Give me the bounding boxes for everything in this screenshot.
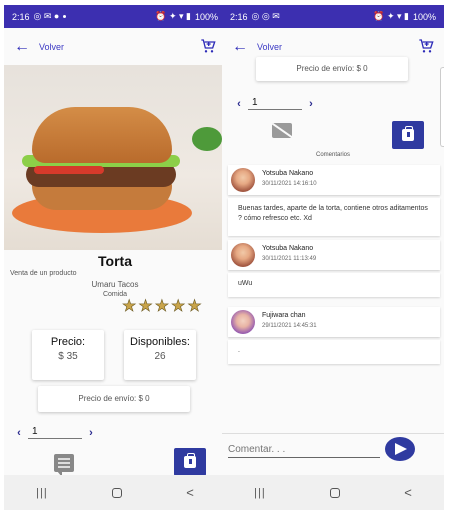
price-value: $ 35 [58, 351, 78, 362]
star-icon: ★ [138, 298, 153, 315]
shipping-price-card: Precio de envío: $ 0 [38, 386, 190, 412]
hide-comments-icon[interactable] [271, 122, 295, 141]
back-arrow-icon[interactable]: ← [14, 38, 30, 55]
notification-icons: ◎ ◎ ✉ [251, 11, 280, 21]
notification-icons: ◎ ✉ ● [33, 11, 60, 21]
star-icon: ★ [154, 298, 170, 315]
herb-shape [192, 127, 222, 151]
dot-icon [63, 15, 67, 18]
comment-date: 30/11/2021 11:13:49 [262, 256, 317, 262]
recents-button[interactable]: ||| [36, 487, 48, 499]
sell-type-label: Venta de un producto [10, 270, 77, 277]
stock-card: Disponibles: 26 [124, 330, 196, 380]
quantity-field[interactable]: 1 [248, 97, 302, 110]
avatar [231, 310, 255, 334]
status-time: 2:16 [12, 11, 30, 22]
comment-line [58, 458, 70, 460]
comment-text: . [228, 340, 440, 364]
comments-screen: 2:16 ◎ ◎ ✉ ⏰ ✦ ▾ ▮ 100% ← Volver Precio … [222, 5, 444, 510]
product-image [4, 65, 226, 250]
decrease-qty-button[interactable]: ‹ [10, 427, 28, 439]
avatar [231, 168, 255, 192]
comment-header: Fujiwara chan 29/11/2021 14:45:31 [228, 307, 440, 337]
product-title: Torta [98, 253, 132, 269]
avatar [231, 243, 255, 267]
comment-header: Yotsuba Nakano 30/11/2021 14:16:10 [228, 165, 440, 195]
comment-icon[interactable] [54, 454, 74, 477]
comment-line [58, 462, 70, 464]
price-label: Precio: [50, 336, 86, 348]
battery-level: 100% [412, 11, 436, 22]
quantity-stepper: ‹ 1 › [230, 97, 320, 110]
signal-icons: ⏰ ✦ ▾ ▮ [373, 11, 409, 21]
buy-button[interactable] [174, 448, 206, 476]
status-bar: 2:16 ◎ ✉ ● ⏰ ✦ ▾ ▮ 100% [4, 5, 226, 28]
decrease-qty-button[interactable]: ‹ [230, 98, 248, 110]
comment-item: Yotsuba Nakano 30/11/2021 11:13:49 uWu [228, 240, 440, 297]
category-label: Comida [102, 291, 128, 298]
increase-qty-button[interactable]: › [82, 427, 100, 439]
comment-author: Yotsuba Nakano [262, 245, 314, 252]
bun-top-shape [32, 107, 172, 163]
comment-date: 30/11/2021 14:16:10 [262, 181, 317, 187]
comment-author: Fujiwara chan [262, 312, 306, 319]
back-button[interactable]: Volver [257, 42, 282, 52]
system-nav-bar: ||| < [4, 475, 226, 510]
comment-date: 29/11/2021 14:45:31 [262, 323, 317, 329]
side-panel-edge [440, 67, 444, 147]
stock-value: 26 [154, 351, 166, 362]
battery-level: 100% [194, 11, 218, 22]
star-icon: ★ [187, 298, 202, 315]
send-icon [395, 443, 407, 455]
home-button[interactable] [111, 487, 122, 498]
shop-name: Umaru Tacos [91, 280, 139, 289]
comment-item: Yotsuba Nakano 30/11/2021 14:16:10 Buena… [228, 165, 440, 236]
comment-composer [222, 433, 444, 471]
rating-stars: ★ ★ ★ ★ ★ [122, 298, 202, 315]
back-button[interactable]: Volver [39, 42, 64, 52]
nav-back-button[interactable]: < [186, 485, 194, 500]
comment-item: Fujiwara chan 29/11/2021 14:45:31 . [228, 307, 440, 364]
buy-button[interactable] [392, 121, 424, 149]
cart-icon[interactable] [200, 38, 216, 54]
quantity-stepper: ‹ 1 › [10, 426, 100, 439]
system-nav-bar: ||| < [222, 475, 444, 510]
tomato-shape [34, 166, 104, 174]
comment-line [58, 466, 70, 468]
home-button[interactable] [329, 487, 340, 498]
cart-icon[interactable] [418, 38, 434, 54]
increase-qty-button[interactable]: › [302, 98, 320, 110]
nav-back-button[interactable]: < [404, 485, 412, 500]
recents-button[interactable]: ||| [254, 487, 266, 499]
back-arrow-icon[interactable]: ← [232, 38, 248, 55]
status-bar: 2:16 ◎ ◎ ✉ ⏰ ✦ ▾ ▮ 100% [222, 5, 444, 28]
comment-author: Yotsuba Nakano [262, 170, 314, 177]
price-card: Precio: $ 35 [32, 330, 104, 380]
signal-icons: ⏰ ✦ ▾ ▮ [155, 11, 191, 21]
stock-label: Disponibles: [130, 336, 190, 348]
send-button[interactable] [385, 437, 415, 461]
star-icon: ★ [122, 298, 137, 315]
star-icon: ★ [171, 298, 186, 315]
comment-text: uWu [228, 273, 440, 297]
comment-input[interactable] [228, 442, 380, 458]
product-detail-screen: 2:16 ◎ ✉ ● ⏰ ✦ ▾ ▮ 100% ← Volver Torta V… [4, 5, 226, 510]
shopping-bag-icon [402, 126, 414, 141]
shopping-bag-icon [184, 453, 196, 468]
comment-header: Yotsuba Nakano 30/11/2021 11:13:49 [228, 240, 440, 270]
comment-text: Buenas tardes, aparte de la torta, conti… [228, 198, 440, 236]
comments-heading: Comentarios [315, 152, 350, 158]
status-time: 2:16 [230, 11, 248, 22]
shipping-price-card: Precio de envío: $ 0 [256, 57, 408, 81]
app-bar: ← Volver [4, 28, 226, 65]
quantity-field[interactable]: 1 [28, 426, 82, 439]
